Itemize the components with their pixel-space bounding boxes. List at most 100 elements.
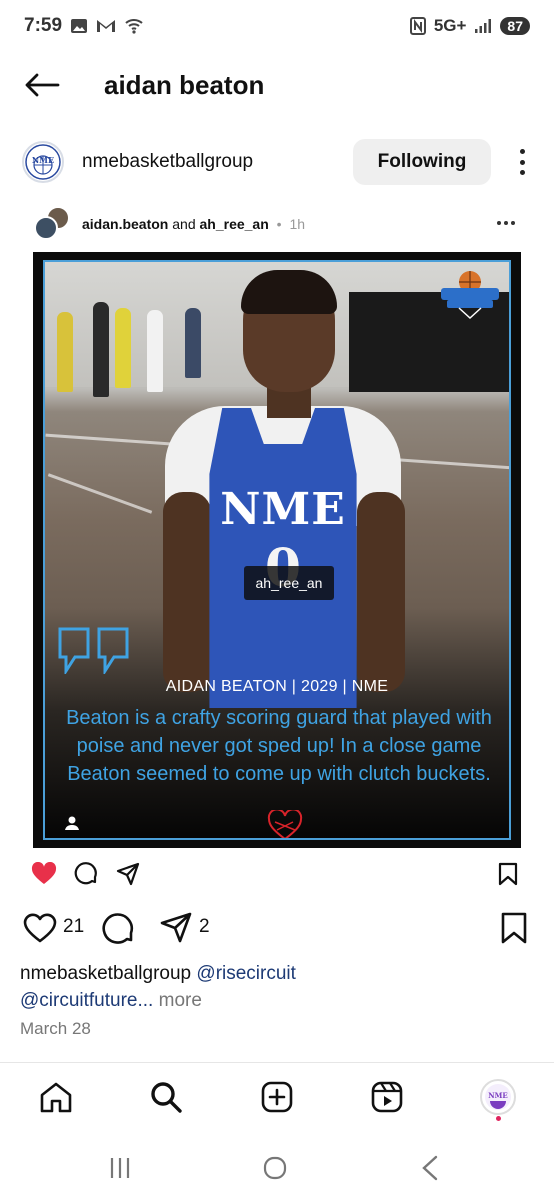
avatar-text: NME — [32, 155, 54, 165]
save-button[interactable] — [496, 910, 532, 946]
more-dot — [504, 221, 508, 225]
more-options-button[interactable] — [510, 146, 534, 178]
mention-link[interactable]: @risecircuit — [196, 963, 296, 984]
comment-icon — [102, 913, 133, 944]
nme-logo-icon: NME — [485, 1084, 511, 1110]
avatar — [34, 216, 58, 240]
status-bar: 7:59 5G+ 87 — [0, 0, 554, 52]
jersey-text: NME — [220, 484, 346, 535]
photo-caption-body: Beaton is a crafty scoring guard that pl… — [66, 707, 492, 785]
share-count: 2 — [199, 916, 210, 937]
recents-icon — [110, 1158, 130, 1178]
comment-button[interactable] — [100, 910, 136, 946]
more-dot — [519, 170, 525, 175]
account-username[interactable]: nmebasketballgroup — [82, 151, 253, 173]
notification-dot — [496, 1116, 501, 1121]
reels-icon — [371, 1081, 403, 1113]
bookmark-icon — [498, 862, 518, 886]
post-date: March 28 — [20, 1019, 91, 1038]
mention-link[interactable]: @circuitfuture — [20, 990, 138, 1011]
embedded-post-header: aidan.beaton and ah_ree_an • 1h — [0, 204, 554, 244]
embedded-more-button[interactable] — [497, 221, 515, 225]
profile-avatar: NME — [480, 1079, 516, 1115]
signal-icon — [475, 19, 492, 33]
status-right: 5G+ 87 — [409, 16, 530, 36]
battery-indicator: 87 — [500, 17, 530, 35]
heart-outline-icon — [23, 913, 57, 943]
more-dot — [497, 221, 501, 225]
search-icon — [151, 1082, 182, 1113]
nfc-icon — [409, 17, 426, 35]
gmail-icon — [97, 20, 116, 32]
caption-more-link[interactable]: more — [159, 990, 202, 1011]
court-line — [47, 473, 153, 514]
comment-icon — [74, 862, 97, 885]
nav-profile[interactable]: NME — [478, 1077, 518, 1117]
photo-caption-name: AIDAN BEATON | 2029 | NME — [165, 678, 389, 695]
post-separator: • — [272, 216, 286, 232]
home-system-button[interactable] — [259, 1152, 291, 1184]
person-tag-icon[interactable] — [63, 814, 81, 832]
player-hair — [241, 270, 337, 314]
following-button[interactable]: Following — [353, 139, 491, 185]
background-person — [185, 308, 201, 378]
embedded-comment-button[interactable] — [72, 860, 100, 888]
national-logo-icon — [441, 271, 499, 320]
post-caption: nmebasketballgroup @risecircuit @circuit… — [20, 960, 540, 1014]
bottom-nav: NME — [0, 1062, 554, 1132]
nav-home[interactable] — [36, 1077, 76, 1117]
account-avatar[interactable]: NME — [22, 141, 64, 183]
like-button[interactable] — [22, 910, 58, 946]
more-dot — [511, 221, 515, 225]
post-photo[interactable]: NME 0 ah_ree_an AIDAN BEATON | 2029 | NM… — [33, 252, 521, 848]
player-arm — [357, 492, 405, 692]
nav-search[interactable] — [146, 1077, 186, 1117]
clock: 7:59 — [24, 15, 63, 36]
embedded-authors: aidan.beaton and ah_ree_an • 1h — [82, 216, 305, 232]
collab-avatars[interactable] — [34, 206, 74, 242]
author-link-secondary[interactable]: ah_ree_an — [200, 216, 269, 232]
home-icon — [40, 1082, 72, 1113]
send-icon — [160, 912, 192, 943]
app-header: aidan beaton — [0, 56, 554, 114]
back-button[interactable] — [22, 65, 62, 105]
post-actions: 21 2 — [0, 904, 554, 952]
embedded-actions — [0, 854, 554, 894]
back-system-button[interactable] — [414, 1152, 446, 1184]
wifi-icon — [125, 19, 143, 34]
recents-button[interactable] — [104, 1152, 136, 1184]
nme-logo-icon: NME — [25, 144, 61, 180]
player-arm — [163, 492, 211, 692]
back-chevron-icon — [422, 1155, 438, 1181]
embedded-like-button[interactable] — [30, 860, 58, 888]
user-tag[interactable]: ah_ree_an — [244, 566, 334, 600]
embedded-share-button[interactable] — [114, 860, 142, 888]
background-person — [57, 312, 73, 392]
nav-reels[interactable] — [367, 1077, 407, 1117]
nav-create[interactable] — [257, 1077, 297, 1117]
gallery-icon — [71, 19, 88, 33]
home-circle-icon — [263, 1156, 287, 1180]
caption-username[interactable]: nmebasketballgroup — [20, 963, 191, 984]
like-count[interactable]: 21 — [63, 916, 84, 938]
embedded-save-button[interactable] — [494, 860, 522, 888]
heart-filled-icon — [31, 862, 57, 884]
heart-logo-icon — [267, 810, 303, 838]
send-icon — [116, 862, 140, 886]
status-left: 7:59 — [24, 15, 144, 37]
more-dot — [519, 149, 525, 154]
author-link-primary[interactable]: aidan.beaton — [82, 216, 168, 232]
back-arrow-icon — [25, 73, 60, 97]
post-time: 1h — [289, 216, 306, 232]
quote-icon — [58, 627, 129, 674]
photo-frame: NME 0 ah_ree_an AIDAN BEATON | 2029 | NM… — [43, 260, 511, 840]
more-dot — [519, 159, 525, 165]
network-label: 5G+ — [433, 16, 467, 35]
caption-ellipsis: ... — [137, 990, 154, 1011]
background-person — [93, 302, 109, 397]
background-person — [147, 310, 163, 392]
bookmark-icon — [501, 912, 527, 944]
share-button[interactable] — [158, 910, 194, 946]
system-nav — [0, 1140, 554, 1200]
author-connector: and — [168, 216, 200, 232]
